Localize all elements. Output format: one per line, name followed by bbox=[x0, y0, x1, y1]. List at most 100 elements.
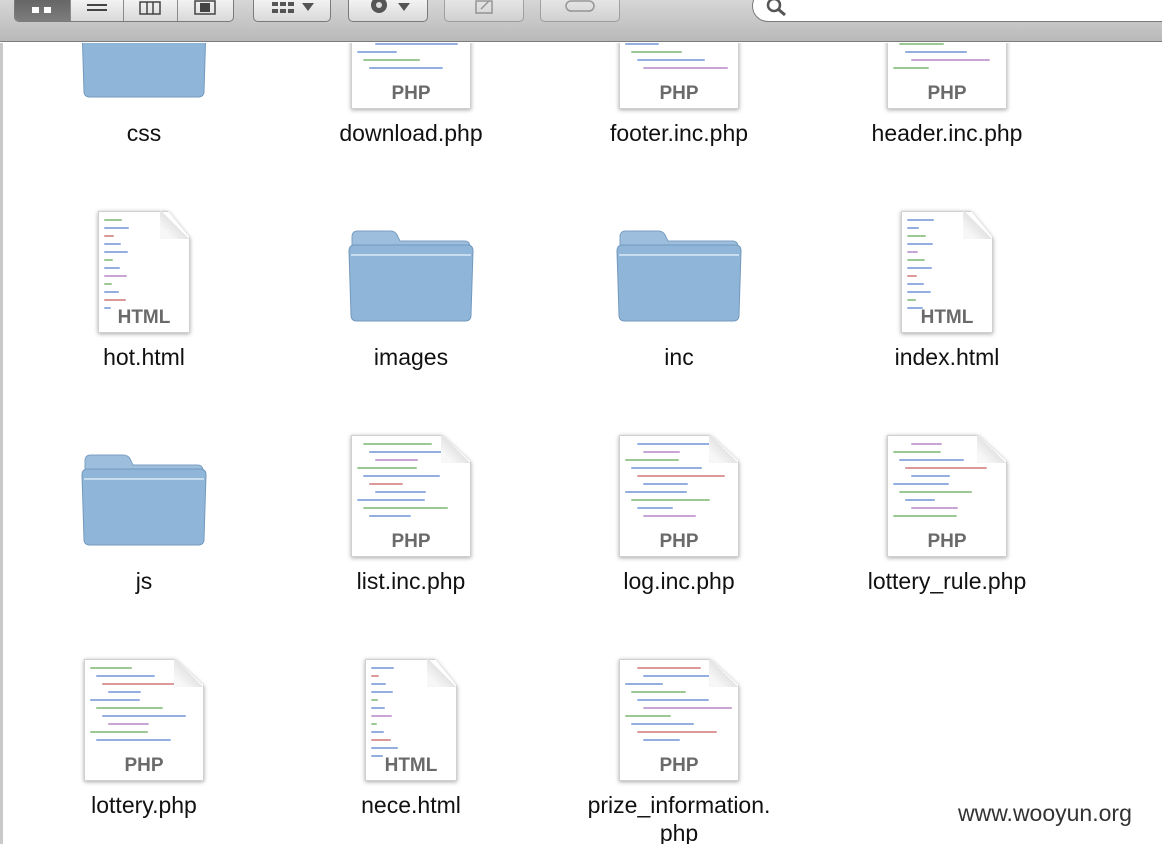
file-type-label: HTML bbox=[384, 755, 438, 776]
file-item[interactable]: PHP list.inc.php bbox=[286, 431, 536, 621]
code-preview bbox=[893, 43, 990, 75]
file-type-label: PHP bbox=[659, 755, 699, 776]
grid-icon bbox=[272, 2, 294, 13]
file-icon-box: HTML bbox=[822, 207, 1072, 347]
page-fold bbox=[160, 211, 190, 239]
file-item[interactable]: PHP header.inc.php bbox=[822, 43, 1072, 173]
file-name-label: inc bbox=[664, 344, 694, 370]
icon-view-button[interactable] bbox=[15, 0, 71, 21]
folder-icon bbox=[79, 43, 209, 108]
file-name-label: prize_information. php bbox=[587, 792, 771, 844]
file-item[interactable]: PHP log.inc.php bbox=[554, 431, 804, 621]
file-name-label: list.inc.php bbox=[356, 568, 466, 594]
file-name-label: log.inc.php bbox=[623, 568, 735, 594]
file-type-label: HTML bbox=[920, 307, 974, 328]
file-item[interactable]: PHP footer.inc.php bbox=[554, 43, 804, 173]
code-preview bbox=[371, 667, 401, 763]
page-fold bbox=[174, 659, 204, 687]
file-icon-grid: css PHP download.php PHP footer.inc.php … bbox=[0, 43, 1162, 844]
file-icon-box: PHP bbox=[554, 431, 804, 571]
file-type-label: PHP bbox=[124, 755, 164, 776]
file-icon-box: PHP bbox=[822, 43, 1072, 123]
file-type-label: PHP bbox=[659, 83, 699, 104]
column-view-button[interactable] bbox=[124, 0, 178, 21]
file-name-label: header.inc.php bbox=[871, 120, 1023, 146]
file-icon-box: PHP bbox=[286, 431, 536, 571]
page-fold bbox=[963, 211, 993, 239]
file-icon-box bbox=[19, 43, 269, 123]
folder-icon bbox=[614, 227, 744, 332]
column-view-icon bbox=[139, 1, 162, 15]
coverflow-view-icon bbox=[194, 0, 217, 15]
search-input[interactable] bbox=[793, 0, 1162, 17]
file-item[interactable]: js bbox=[19, 431, 269, 621]
file-type-label: PHP bbox=[927, 531, 967, 552]
file-item[interactable]: css bbox=[19, 43, 269, 173]
file-type-label: PHP bbox=[391, 531, 431, 552]
file-icon-box: PHP bbox=[554, 43, 804, 123]
code-preview bbox=[625, 667, 732, 747]
file-name-label: footer.inc.php bbox=[609, 120, 749, 146]
file-name-label: nece.html bbox=[361, 792, 461, 818]
view-mode-segmented-control bbox=[14, 0, 234, 22]
file-item[interactable]: HTML index.html bbox=[822, 207, 1072, 397]
file-icon-box: PHP bbox=[822, 431, 1072, 571]
file-name-label: hot.html bbox=[103, 344, 185, 370]
page-fold bbox=[709, 659, 739, 687]
file-icon-box: HTML bbox=[19, 207, 269, 347]
file-type-label: PHP bbox=[927, 83, 967, 104]
file-item[interactable]: inc bbox=[554, 207, 804, 397]
file-type-label: PHP bbox=[659, 531, 699, 552]
file-name-label: css bbox=[126, 120, 162, 146]
page-fold bbox=[977, 435, 1007, 463]
arrange-button[interactable] bbox=[253, 0, 331, 22]
file-item[interactable]: PHP download.php bbox=[286, 43, 536, 173]
tag-icon bbox=[565, 0, 595, 12]
finder-toolbar bbox=[0, 0, 1162, 42]
file-icon-box: HTML bbox=[286, 655, 536, 795]
file-icon-box: PHP bbox=[286, 43, 536, 123]
folder-icon bbox=[79, 451, 209, 556]
file-name-label: download.php bbox=[339, 120, 483, 146]
file-item[interactable]: HTML hot.html bbox=[19, 207, 269, 397]
search-icon bbox=[766, 0, 786, 17]
action-button[interactable] bbox=[348, 0, 428, 22]
chevron-down-icon bbox=[302, 3, 314, 11]
file-name-label: lottery_rule.php bbox=[867, 568, 1027, 594]
code-preview bbox=[907, 219, 937, 315]
file-name-label: images bbox=[373, 344, 449, 370]
file-item[interactable]: images bbox=[286, 207, 536, 397]
file-icon-box bbox=[286, 207, 536, 347]
share-button[interactable] bbox=[444, 0, 524, 22]
file-name-label: index.html bbox=[894, 344, 1000, 370]
folder-icon bbox=[346, 227, 476, 332]
code-preview bbox=[625, 43, 728, 75]
file-icon-box: PHP bbox=[19, 655, 269, 795]
gear-icon bbox=[371, 0, 387, 13]
file-item[interactable]: PHP prize_information. php bbox=[554, 655, 804, 844]
file-item[interactable]: PHP lottery_rule.php bbox=[822, 431, 1072, 621]
file-item[interactable]: PHP lottery.php bbox=[19, 655, 269, 844]
code-preview bbox=[625, 443, 725, 523]
page-fold bbox=[427, 659, 457, 687]
tag-button[interactable] bbox=[540, 0, 620, 22]
coverflow-view-button[interactable] bbox=[178, 0, 233, 21]
list-view-button[interactable] bbox=[71, 0, 125, 21]
file-type-label: HTML bbox=[117, 307, 171, 328]
icon-view-icon bbox=[32, 7, 52, 13]
file-item[interactable]: HTML nece.html bbox=[286, 655, 536, 844]
watermark: www.wooyun.org bbox=[958, 800, 1132, 826]
code-preview bbox=[90, 667, 186, 747]
file-icon-box: PHP bbox=[554, 655, 804, 795]
page-fold bbox=[709, 435, 739, 463]
search-field[interactable] bbox=[752, 0, 1162, 22]
code-preview bbox=[893, 443, 988, 523]
file-name-label: lottery.php bbox=[91, 792, 197, 818]
code-preview bbox=[357, 43, 458, 75]
code-preview bbox=[104, 219, 134, 315]
file-type-label: PHP bbox=[391, 83, 431, 104]
page-fold bbox=[441, 435, 471, 463]
file-icon-box bbox=[554, 207, 804, 347]
code-preview bbox=[357, 443, 455, 523]
file-name-label: js bbox=[135, 568, 153, 594]
